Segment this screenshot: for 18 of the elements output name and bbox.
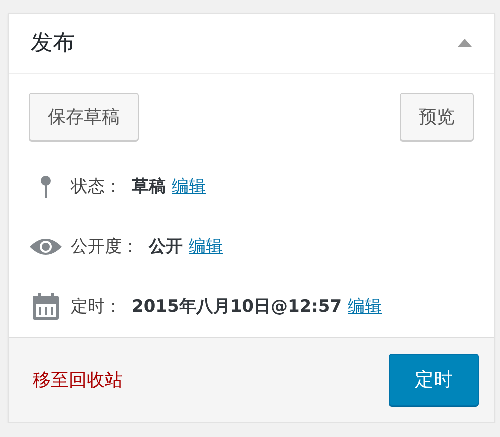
field-value: 草稿 bbox=[132, 176, 166, 198]
field-value: 公开 bbox=[149, 236, 183, 258]
preview-button[interactable]: 预览 bbox=[400, 92, 474, 141]
field-label: 定时： bbox=[71, 296, 122, 318]
edit-link[interactable]: 编辑 bbox=[172, 175, 206, 198]
calendar-icon bbox=[31, 292, 61, 322]
edit-link[interactable]: 编辑 bbox=[348, 295, 382, 318]
panel-title: 发布 bbox=[31, 30, 75, 58]
trash-link[interactable]: 移至回收站 bbox=[33, 368, 123, 392]
pin-icon bbox=[40, 174, 52, 199]
edit-link[interactable]: 编辑 bbox=[189, 235, 223, 258]
schedule-button[interactable]: 定时 bbox=[389, 354, 479, 406]
field-label: 状态： bbox=[71, 176, 122, 198]
field-value: 2015年八月10日@12:57 bbox=[132, 296, 342, 318]
field-label: 公开度： bbox=[71, 236, 139, 258]
save-draft-button[interactable]: 保存草稿 bbox=[29, 92, 139, 141]
eye-icon bbox=[29, 236, 63, 257]
collapse-toggle-icon[interactable] bbox=[458, 39, 472, 48]
